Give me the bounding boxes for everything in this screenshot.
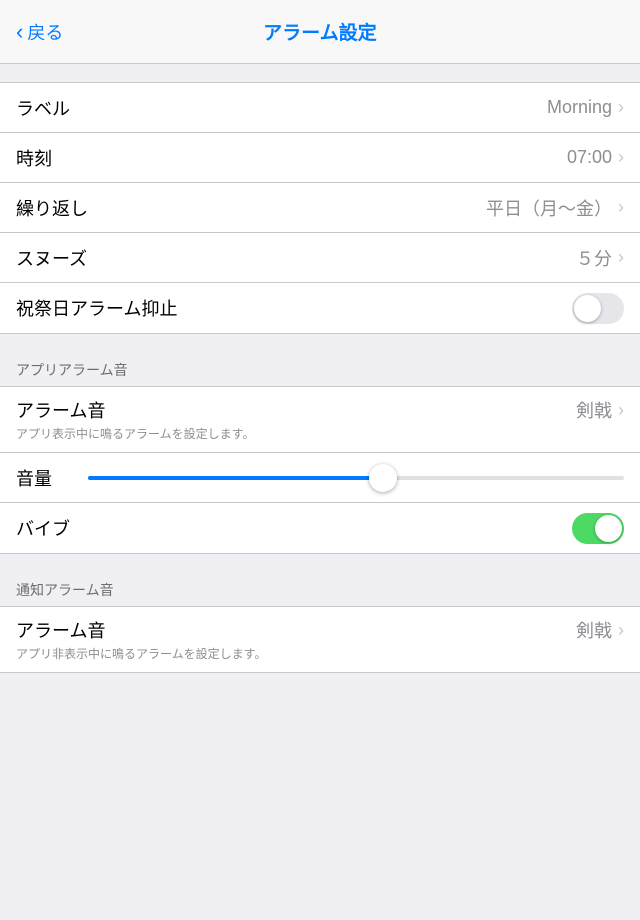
repeat-row[interactable]: 繰り返し 平日（月〜金） › [0,183,640,233]
slider-thumb[interactable] [369,464,397,492]
holiday-row-title: 祝祭日アラーム抑止 [16,295,177,321]
holiday-toggle[interactable] [572,293,624,324]
time-row-title: 時刻 [16,145,52,171]
alarm-sound-app-row-top: アラーム音 剣戟 › [16,397,624,423]
notification-alarm-table: アラーム音 剣戟 › アプリ非表示中に鳴るアラームを設定します。 [0,606,640,673]
alarm-sound-app-row[interactable]: アラーム音 剣戟 › アプリ表示中に鳴るアラームを設定します。 [0,387,640,453]
vibrate-row-title: バイブ [16,515,70,541]
time-value: 07:00 [567,147,612,168]
chevron-right-icon: › [618,620,624,641]
notification-alarm-section-label: 通知アラーム音 [0,572,640,606]
chevron-right-icon: › [618,97,624,118]
volume-label: 音量 [16,465,76,491]
vibrate-toggle[interactable] [572,513,624,544]
chevron-right-icon: › [618,197,624,218]
alarm-sound-app-right: 剣戟 › [576,397,624,423]
snooze-value: ５分 [576,245,612,271]
repeat-row-title: 繰り返し [16,195,88,221]
snooze-row[interactable]: スヌーズ ５分 › [0,233,640,283]
repeat-value: 平日（月〜金） [486,195,612,221]
main-table: ラベル Morning › 時刻 07:00 › 繰り返し 平日（月〜金） › … [0,82,640,334]
alarm-sound-app-title: アラーム音 [16,397,105,423]
alarm-sound-notify-row-top: アラーム音 剣戟 › [16,617,624,643]
repeat-row-right: 平日（月〜金） › [486,195,624,221]
navigation-bar: ‹ 戻る アラーム設定 [0,0,640,64]
label-value: Morning [547,97,612,118]
notification-alarm-section: 通知アラーム音 アラーム音 剣戟 › アプリ非表示中に鳴るアラームを設定します。 [0,572,640,673]
label-row-right: Morning › [547,97,624,118]
toggle-knob [595,515,622,542]
label-row-title: ラベル [16,95,70,121]
alarm-sound-app-subtitle: アプリ表示中に鳴るアラームを設定します。 [16,425,254,442]
chevron-right-icon: › [618,400,624,421]
alarm-sound-notify-subtitle: アプリ非表示中に鳴るアラームを設定します。 [16,645,266,662]
slider-fill [88,476,383,480]
toggle-knob [574,295,601,322]
app-alarm-section: アプリアラーム音 アラーム音 剣戟 › アプリ表示中に鳴るアラームを設定します。… [0,352,640,554]
alarm-sound-notify-value: 剣戟 [576,617,612,643]
main-section: ラベル Morning › 時刻 07:00 › 繰り返し 平日（月〜金） › … [0,82,640,334]
label-row[interactable]: ラベル Morning › [0,83,640,133]
time-row[interactable]: 時刻 07:00 › [0,133,640,183]
alarm-sound-notify-right: 剣戟 › [576,617,624,643]
holiday-row: 祝祭日アラーム抑止 [0,283,640,333]
time-row-right: 07:00 › [567,147,624,168]
alarm-sound-app-value: 剣戟 [576,397,612,423]
volume-slider[interactable] [88,476,624,480]
snooze-row-title: スヌーズ [16,245,87,271]
chevron-right-icon: › [618,247,624,268]
volume-row: 音量 [0,453,640,503]
chevron-left-icon: ‹ [16,19,23,45]
alarm-sound-notify-title: アラーム音 [16,617,105,643]
vibrate-row: バイブ [0,503,640,553]
alarm-sound-notify-row[interactable]: アラーム音 剣戟 › アプリ非表示中に鳴るアラームを設定します。 [0,607,640,672]
snooze-row-right: ５分 › [576,245,624,271]
app-alarm-table: アラーム音 剣戟 › アプリ表示中に鳴るアラームを設定します。 音量 バイブ [0,386,640,554]
page-title: アラーム設定 [263,18,376,45]
back-label: 戻る [27,19,63,45]
chevron-right-icon: › [618,147,624,168]
back-button[interactable]: ‹ 戻る [16,19,63,45]
app-alarm-section-label: アプリアラーム音 [0,352,640,386]
